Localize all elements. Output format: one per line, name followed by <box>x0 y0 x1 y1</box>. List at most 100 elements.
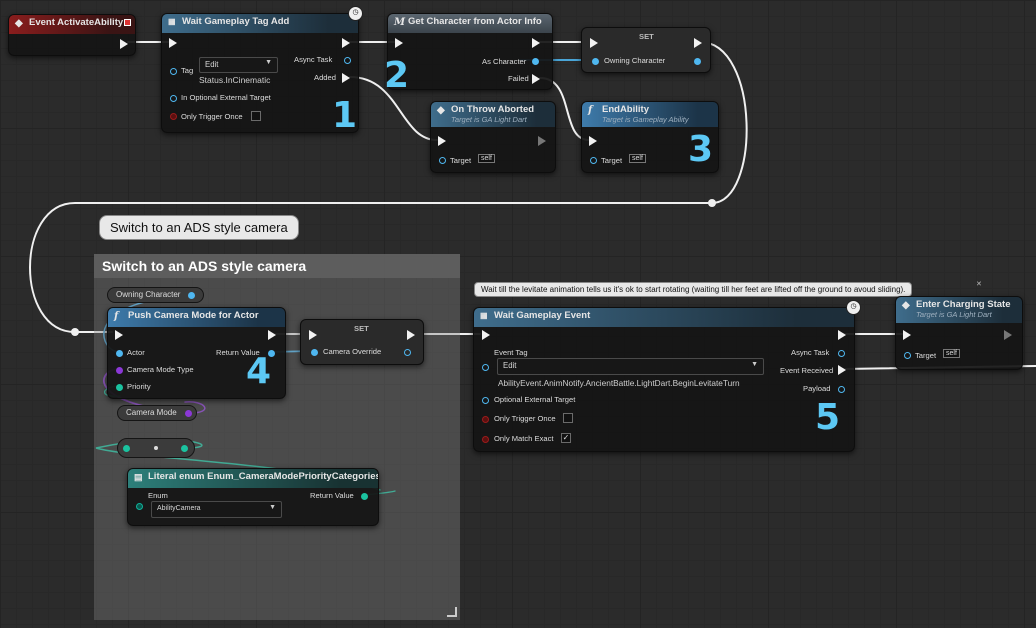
payload-pin[interactable] <box>838 386 845 393</box>
event-tag-pin[interactable] <box>482 364 489 371</box>
node-header: ◆ On Throw Aborted Target is GA Light Da… <box>431 102 555 127</box>
comment-bubble[interactable]: Switch to an ADS style camera <box>99 215 299 240</box>
exec-out-pin[interactable] <box>407 330 415 340</box>
enum-dropdown[interactable]: AbilityCamera ▼ <box>151 501 282 518</box>
exec-out-pin[interactable] <box>120 39 128 49</box>
tag-pin[interactable] <box>170 68 177 75</box>
only-trigger-once-checkbox[interactable] <box>251 111 261 121</box>
exec-in-pin[interactable] <box>482 330 490 340</box>
literal-enum-node[interactable]: ▤ Literal enum Enum_CameraModePriorityCa… <box>127 468 379 526</box>
node-header: ▤ Literal enum Enum_CameraModePriorityCa… <box>128 469 378 488</box>
owning-character-in-pin[interactable] <box>592 58 599 65</box>
close-icon[interactable] <box>124 19 131 26</box>
as-character-pin[interactable] <box>532 58 539 65</box>
target-pin[interactable] <box>904 352 911 359</box>
set-camera-override-node[interactable]: SET Camera Override <box>300 319 424 365</box>
only-trigger-once-checkbox[interactable] <box>563 413 573 423</box>
exec-in-pin[interactable] <box>309 330 317 340</box>
exec-in-pin[interactable] <box>438 136 446 146</box>
dropdown-value: AbilityCamera <box>157 505 201 512</box>
target-pin[interactable] <box>439 157 446 164</box>
return-value-pin[interactable] <box>361 493 368 500</box>
wait-gameplay-tag-add-node[interactable]: ▦ Wait Gameplay Tag Add ◷ Tag Edit ▼ Sta… <box>161 13 359 133</box>
byte-conversion-node[interactable] <box>117 438 195 458</box>
added-exec-pin[interactable] <box>342 73 350 83</box>
get-character-node[interactable]: M Get Character from Actor Info As Chara… <box>387 13 553 90</box>
node-title: SET <box>639 32 654 41</box>
exec-in-pin[interactable] <box>115 330 123 340</box>
exec-out-pin[interactable] <box>268 330 276 340</box>
owning-character-out-pin[interactable] <box>694 58 701 65</box>
exec-out-pin[interactable] <box>532 38 540 48</box>
as-character-label: As Character <box>482 57 526 66</box>
resize-handle-icon[interactable] <box>447 607 457 617</box>
input-pin[interactable] <box>123 445 130 452</box>
node-title: Event ActivateAbility <box>29 17 123 28</box>
exec-in-pin[interactable] <box>169 38 177 48</box>
only-trigger-once-pin[interactable] <box>170 113 177 120</box>
exec-out-pin[interactable] <box>694 38 702 48</box>
node-header: ▦ Wait Gameplay Tag Add <box>162 14 358 33</box>
node-title: Push Camera Mode for Actor <box>128 310 259 321</box>
enter-charging-state-node[interactable]: ◆ Enter Charging State Target is GA Ligh… <box>895 296 1023 370</box>
optional-target-pin[interactable] <box>170 95 177 102</box>
wait-gameplay-event-node[interactable]: ▦ Wait Gameplay Event ◷ Event Tag Edit ▼… <box>473 307 855 452</box>
output-pin[interactable] <box>181 445 188 452</box>
exec-out-pin[interactable] <box>1004 330 1012 340</box>
wait-event-comment-bubble[interactable]: Wait till the levitate animation tells u… <box>474 282 912 297</box>
annotation-number: 4 <box>246 354 271 390</box>
camera-mode-type-pin[interactable] <box>116 367 123 374</box>
async-task-label: Async Task <box>294 55 332 64</box>
failed-exec-pin[interactable] <box>532 74 540 84</box>
target-pin[interactable] <box>590 157 597 164</box>
owning-character-getter[interactable]: Owning Character <box>107 287 204 303</box>
end-ability-node[interactable]: f EndAbility Target is Gameplay Ability … <box>581 101 719 173</box>
getter-out-pin[interactable] <box>188 292 195 299</box>
comment-close-icon[interactable]: ✕ <box>976 280 982 288</box>
event-received-exec-pin[interactable] <box>838 365 846 375</box>
node-title: Wait Gameplay Tag Add <box>182 16 289 27</box>
camera-override-in-pin[interactable] <box>311 349 318 356</box>
event-activate-ability-node[interactable]: ◆ Event ActivateAbility <box>8 14 136 56</box>
getter-out-pin[interactable] <box>185 410 192 417</box>
async-task-pin[interactable] <box>344 57 351 64</box>
chevron-down-icon: ▼ <box>269 504 276 511</box>
getter-label: Camera Mode <box>126 408 177 417</box>
exec-in-pin[interactable] <box>590 38 598 48</box>
exec-out-pin[interactable] <box>342 38 350 48</box>
event-icon: ◆ <box>437 105 445 116</box>
tag-text: Status.InCinematic <box>199 75 270 85</box>
exec-out-pin[interactable] <box>838 330 846 340</box>
actor-pin[interactable] <box>116 350 123 357</box>
tag-edit-dropdown[interactable]: Edit ▼ <box>199 57 278 73</box>
enum-pin[interactable] <box>136 503 143 510</box>
only-trigger-once-pin[interactable] <box>482 416 489 423</box>
on-throw-aborted-node[interactable]: ◆ On Throw Aborted Target is GA Light Da… <box>430 101 556 173</box>
only-match-exact-checkbox[interactable]: ✓ <box>561 433 571 443</box>
annotation-number: 1 <box>332 98 357 134</box>
set-owning-character-node[interactable]: SET Owning Character <box>581 27 711 73</box>
priority-pin[interactable] <box>116 384 123 391</box>
dropdown-value: Edit <box>503 361 516 370</box>
camera-override-out-pin[interactable] <box>404 349 411 356</box>
async-task-pin[interactable] <box>838 350 845 357</box>
node-title: Get Character from Actor Info <box>408 16 542 27</box>
node-subtitle: Target is Gameplay Ability <box>602 115 712 124</box>
event-icon: ◆ <box>902 300 910 311</box>
async-task-label: Async Task <box>791 348 829 357</box>
only-match-exact-pin[interactable] <box>482 436 489 443</box>
only-match-exact-label: Only Match Exact <box>494 434 554 443</box>
payload-label: Payload <box>803 384 830 393</box>
push-camera-mode-node[interactable]: f Push Camera Mode for Actor Actor Retur… <box>107 307 286 399</box>
annotation-number: 3 <box>688 132 713 168</box>
exec-in-pin[interactable] <box>903 330 911 340</box>
annotation-number: 2 <box>384 58 409 94</box>
exec-in-pin[interactable] <box>395 38 403 48</box>
optional-target-label: In Optional External Target <box>181 93 271 102</box>
event-tag-dropdown[interactable]: Edit ▼ <box>497 358 764 375</box>
camera-mode-getter[interactable]: Camera Mode <box>117 405 197 421</box>
function-icon: f <box>114 311 118 322</box>
exec-in-pin[interactable] <box>589 136 597 146</box>
exec-out-pin[interactable] <box>538 136 546 146</box>
optional-target-pin[interactable] <box>482 397 489 404</box>
